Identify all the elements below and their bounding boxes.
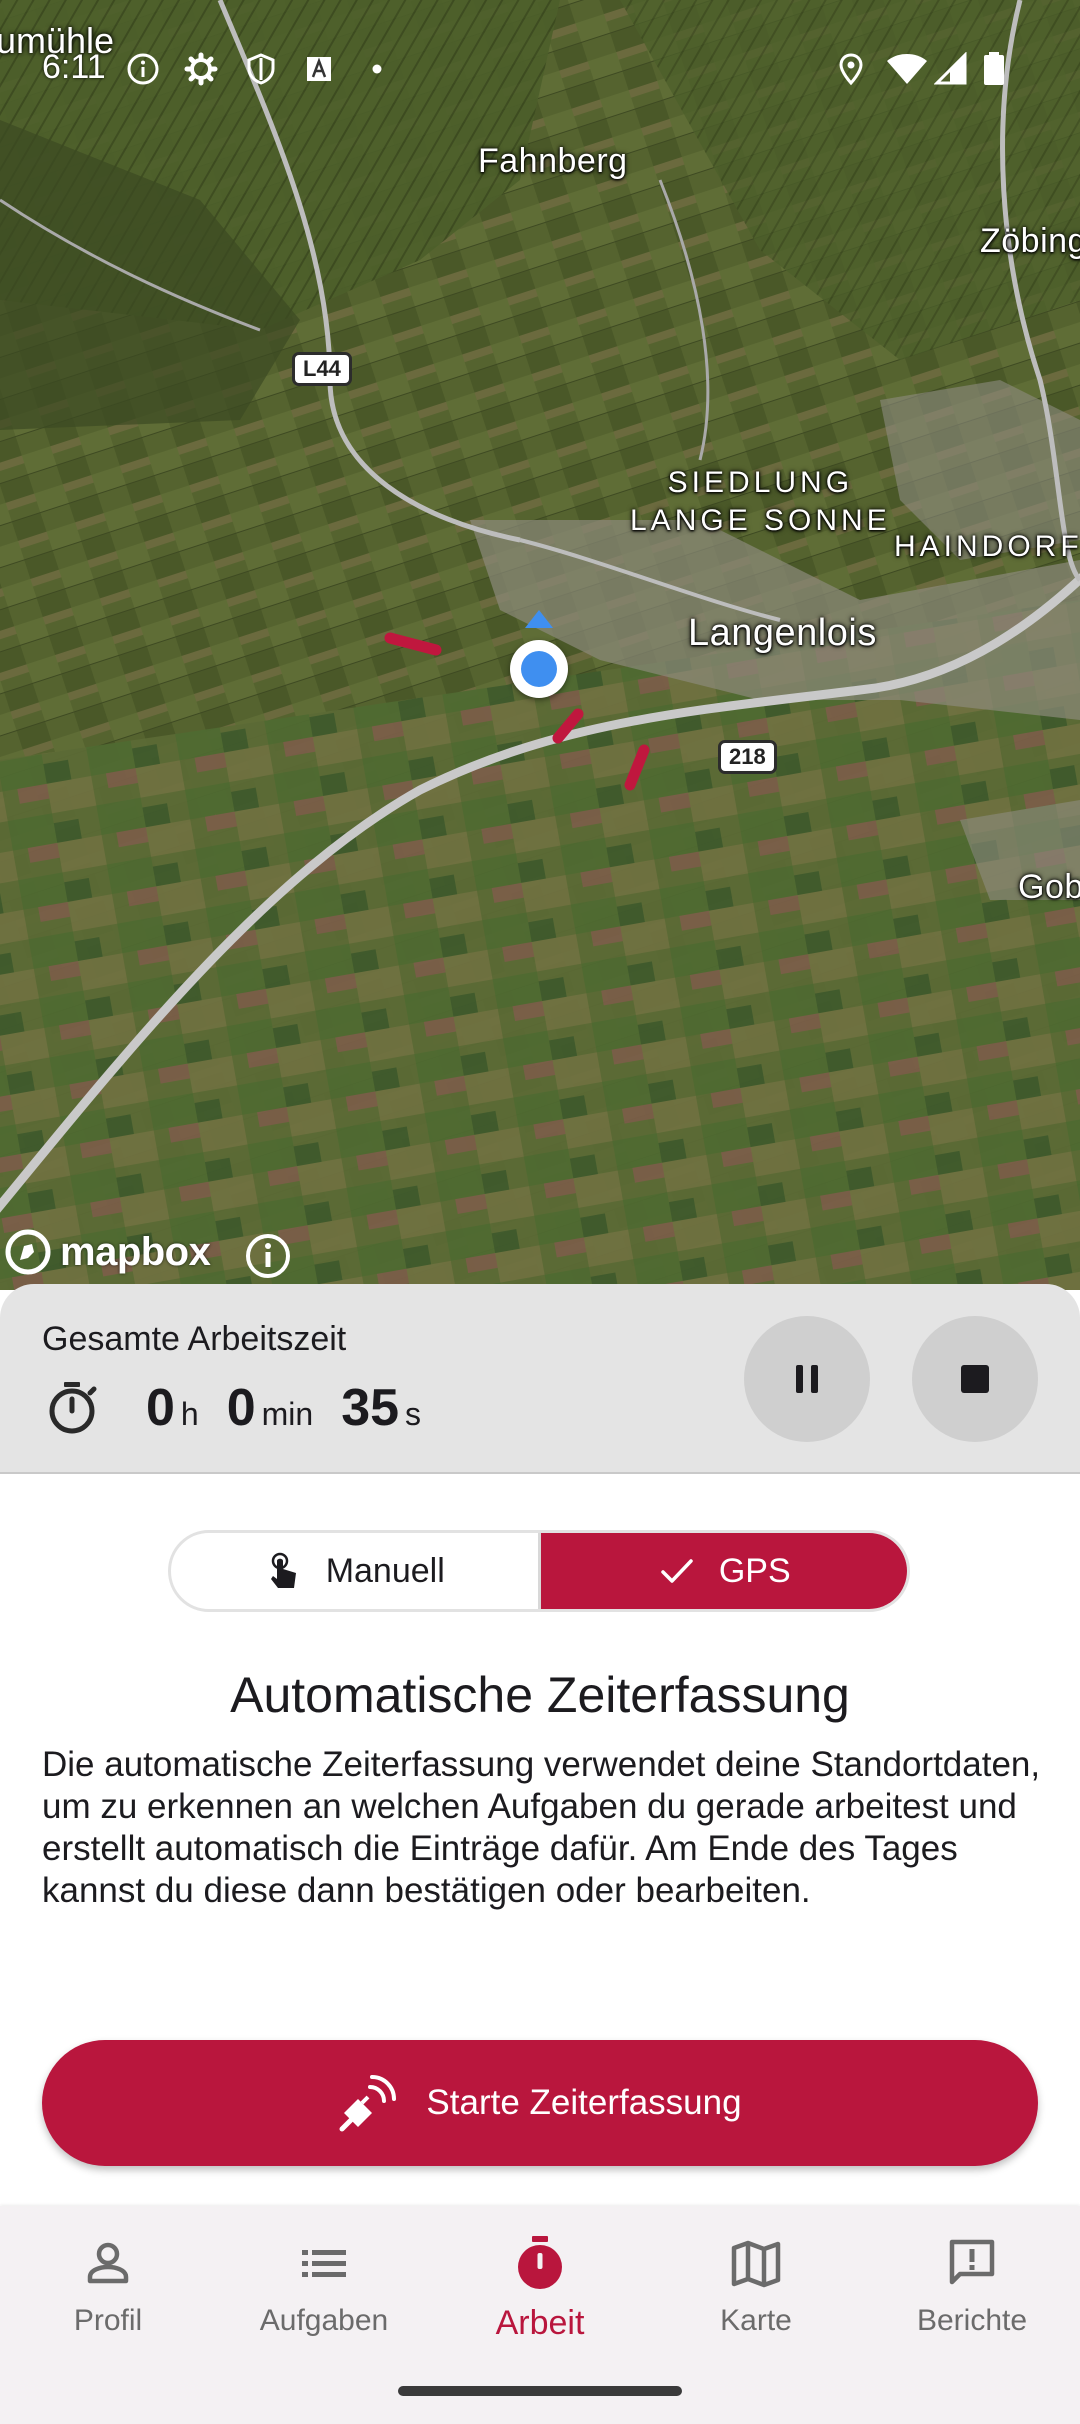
timer-icon xyxy=(518,2236,562,2289)
map-label-siedlung-line1: SIEDLUNG xyxy=(667,466,854,499)
wifi-icon xyxy=(887,54,927,84)
stop-icon xyxy=(961,1365,989,1393)
status-time: 6:11 xyxy=(42,48,106,86)
map-label-zoebing: Zöbing xyxy=(980,222,1080,260)
nav-item-arbeit[interactable]: Arbeit xyxy=(432,2234,648,2343)
current-location-marker xyxy=(510,640,568,698)
nav-label-berichte: Berichte xyxy=(916,2304,1028,2337)
section-description: Die automatische Zeiterfassung verwendet… xyxy=(42,1745,1041,1910)
minutes-unit: min xyxy=(261,1396,314,1432)
nav-label-aufgaben: Aufgaben xyxy=(259,2304,389,2337)
dot-icon xyxy=(372,64,382,74)
text-a-icon xyxy=(307,57,331,81)
nav-item-aufgaben[interactable]: Aufgaben xyxy=(216,2234,432,2338)
home-indicator[interactable] xyxy=(398,2386,682,2396)
satellite-signal-icon xyxy=(339,2075,397,2132)
mode-gps-button[interactable]: GPS xyxy=(540,1533,907,1609)
nav-label-profil: Profil xyxy=(73,2304,143,2337)
check-icon xyxy=(661,1559,693,1583)
touch-icon xyxy=(270,1552,296,1588)
elapsed-time: 0 h 0 min 35 s xyxy=(146,1378,449,1438)
nav-label-karte: Karte xyxy=(720,2304,792,2337)
mode-manual-button[interactable]: Manuell xyxy=(171,1533,541,1609)
pause-icon xyxy=(796,1365,818,1393)
mapbox-logo: mapbox xyxy=(4,1228,211,1276)
tracking-mode-toggle: Manuell GPS xyxy=(168,1530,910,1612)
pause-button[interactable] xyxy=(744,1316,870,1442)
mapbox-wordmark: mapbox xyxy=(60,1229,211,1274)
heading-arrow-icon xyxy=(525,610,553,628)
map-label-fahnberg: Fahnberg xyxy=(478,142,628,180)
signal-icon xyxy=(934,52,967,85)
satellite-map[interactable]: umühle Fahnberg Zöbing SIEDLUNG LANGE SO… xyxy=(0,0,1080,1290)
mapbox-mark-icon xyxy=(5,1229,51,1275)
map-label-langenlois: Langenlois xyxy=(688,612,877,654)
settings-icon xyxy=(184,52,218,86)
shield-icon xyxy=(247,53,275,85)
map-icon xyxy=(731,2240,781,2288)
nav-item-profil[interactable]: Profil xyxy=(0,2234,216,2338)
nav-item-karte[interactable]: Karte xyxy=(648,2234,864,2338)
road-shield-218: 218 xyxy=(718,740,777,774)
person-icon xyxy=(87,2242,129,2284)
info-icon xyxy=(127,53,159,85)
nav-item-berichte[interactable]: Berichte xyxy=(864,2234,1080,2338)
minutes-value: 0 xyxy=(226,1379,256,1437)
stopwatch-icon xyxy=(49,1382,97,1434)
report-icon xyxy=(949,2239,995,2285)
bottom-navigation: Profil Aufgaben Arbeit Karte Berichte xyxy=(0,2206,1080,2424)
location-icon xyxy=(839,53,863,86)
mode-gps-label: GPS xyxy=(718,1551,791,1590)
list-icon xyxy=(302,2250,346,2277)
stop-button[interactable] xyxy=(912,1316,1038,1442)
attribution-info-icon[interactable] xyxy=(244,1232,292,1280)
map-label-haindorf: HAINDORF xyxy=(894,530,1080,563)
hours-value: 0 xyxy=(146,1379,175,1437)
start-tracking-button[interactable]: Starte Zeiterfassung xyxy=(42,2040,1038,2166)
section-title: Automatische Zeiterfassung xyxy=(230,1667,850,1723)
start-tracking-label: Starte Zeiterfassung xyxy=(426,2083,742,2122)
map-label-siedlung-line2: LANGE SONNE xyxy=(630,504,891,537)
map-label-siedlung: SIEDLUNG LANGE SONNE xyxy=(630,464,891,540)
mode-manual-label: Manuell xyxy=(325,1551,445,1590)
seconds-value: 35 xyxy=(341,1379,400,1437)
status-bar: 6:11 xyxy=(0,0,1080,110)
nav-label-arbeit: Arbeit xyxy=(495,2304,585,2342)
map-label-gob: Gob xyxy=(1018,868,1080,906)
road-shield-l44: L44 xyxy=(292,352,352,386)
work-time-panel: Gesamte Arbeitszeit 0 h 0 min 35 s xyxy=(0,1284,1080,1474)
seconds-unit: s xyxy=(405,1396,422,1432)
hours-unit: h xyxy=(180,1396,199,1432)
work-time-title: Gesamte Arbeitszeit xyxy=(42,1320,347,1358)
battery-icon xyxy=(984,52,1004,85)
